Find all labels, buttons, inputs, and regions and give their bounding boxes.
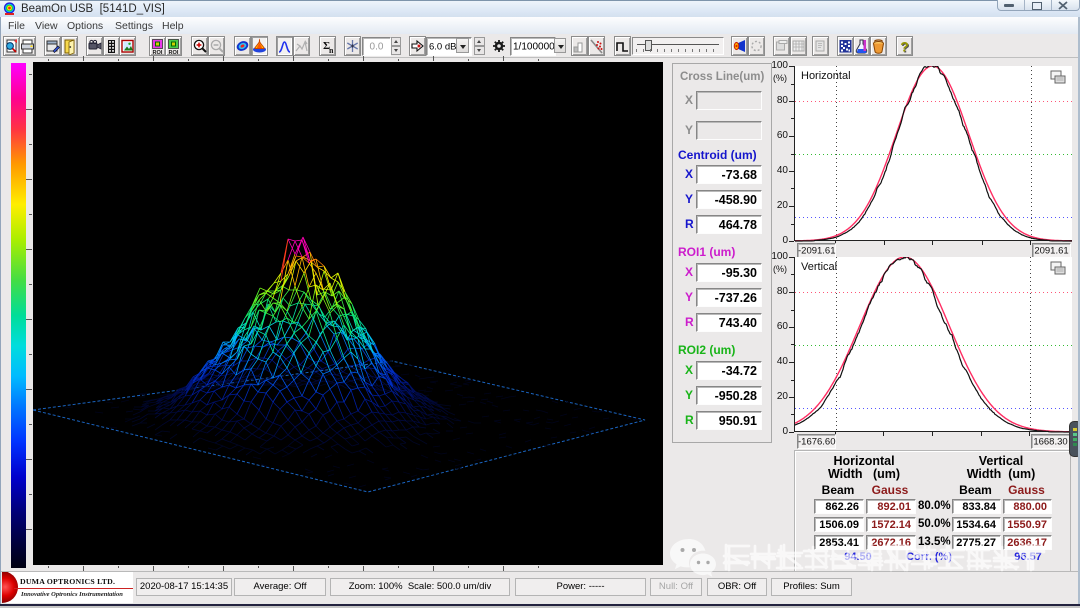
svg-text:ROI: ROI [169, 50, 179, 55]
svg-text:n: n [329, 46, 334, 55]
svg-text:ROI: ROI [153, 50, 163, 55]
svg-text:?: ? [900, 39, 909, 55]
